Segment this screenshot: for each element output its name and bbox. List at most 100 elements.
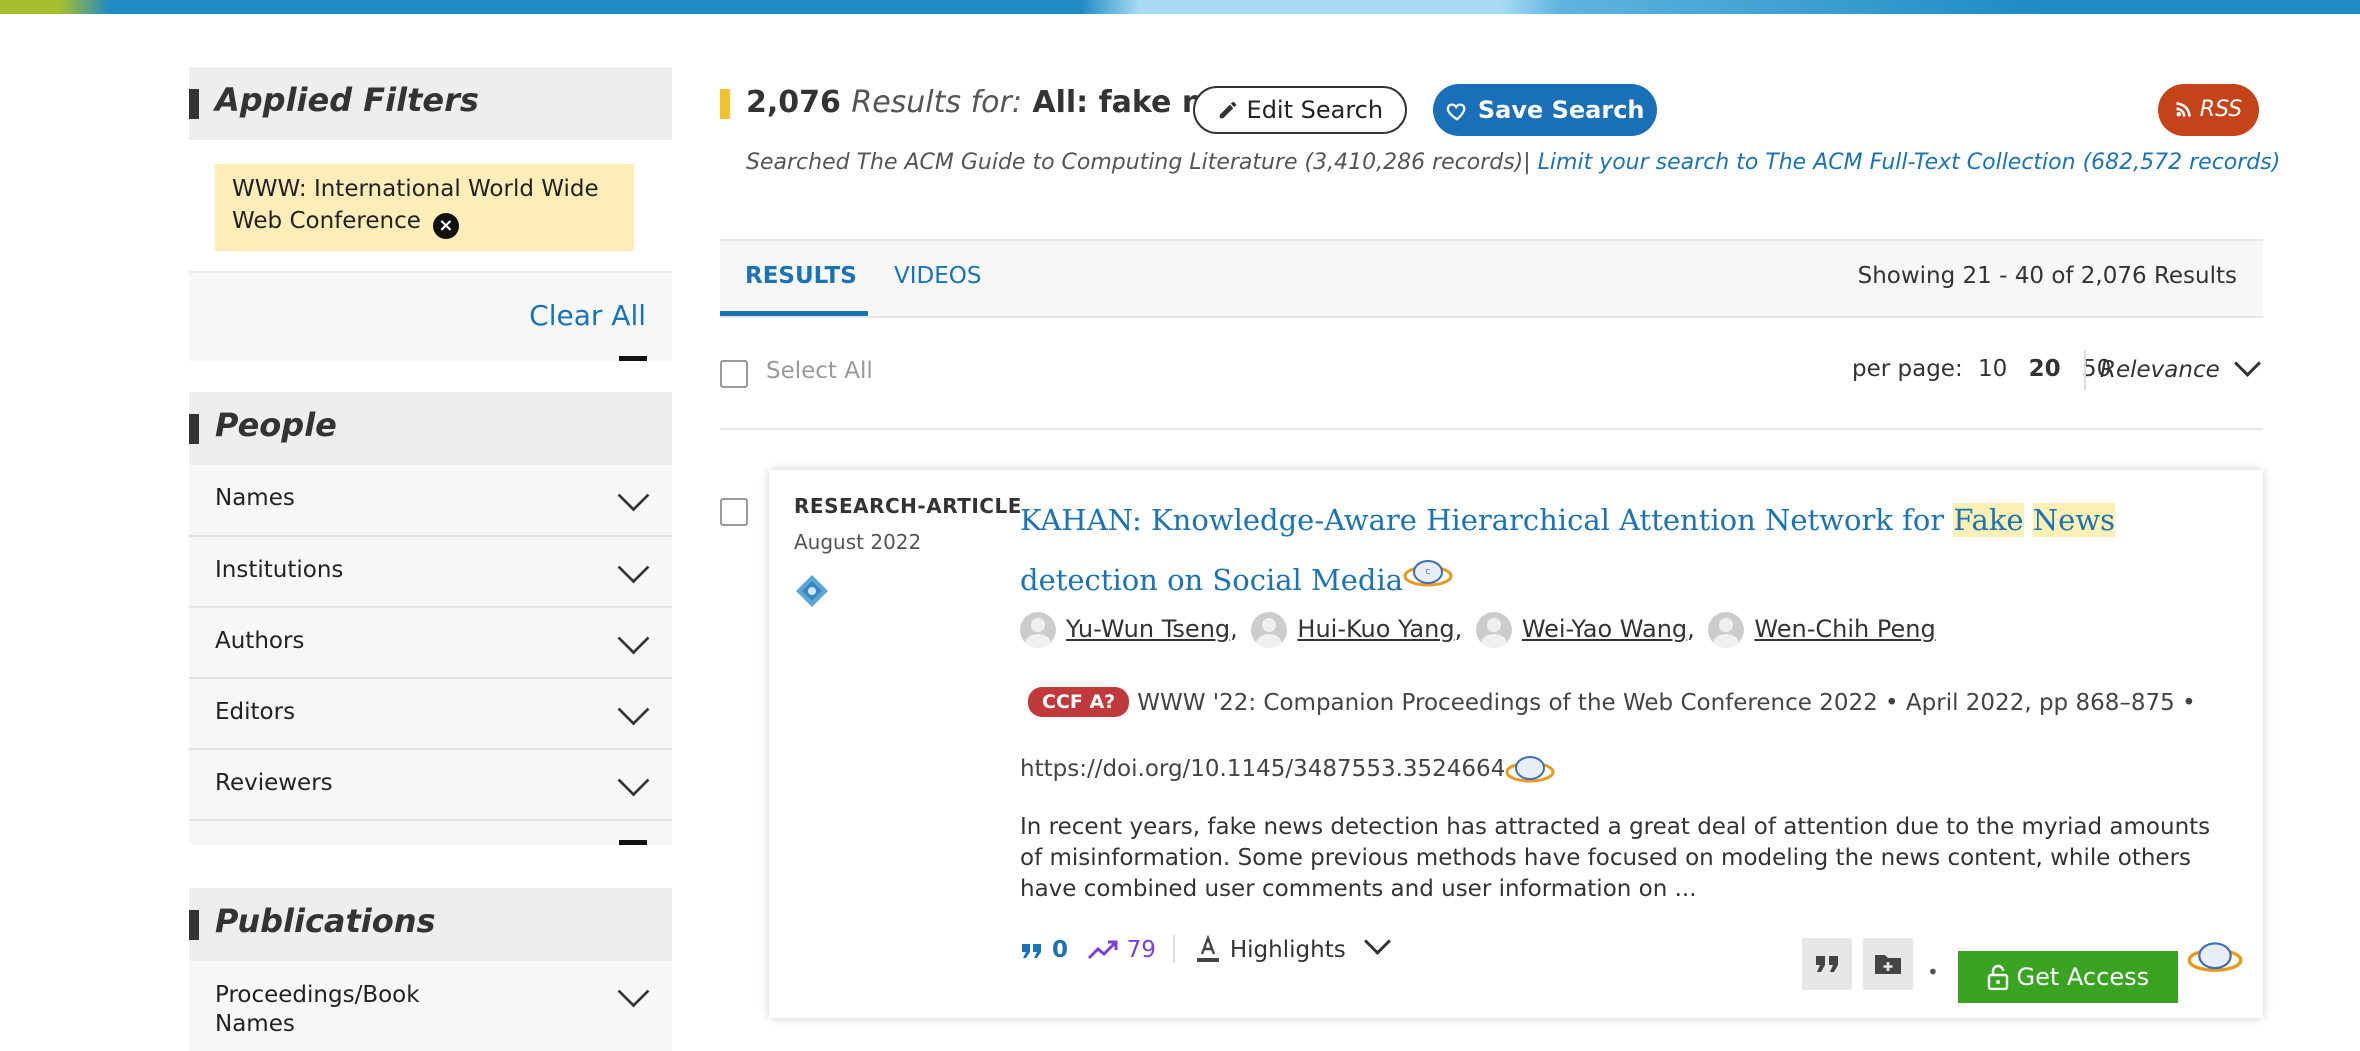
venue-text[interactable]: WWW '22: Companion Proceedings of the We…: [1020, 690, 2196, 782]
chevron-down-icon: [2233, 350, 2261, 377]
rss-label: RSS: [2199, 97, 2243, 122]
top-color-bar: [0, 0, 2360, 14]
chevron-down-icon[interactable]: [617, 975, 650, 1008]
header-accent-bar: [189, 910, 199, 940]
avatar: [1475, 612, 1512, 648]
article-type: RESEARCH-ARTICLE: [794, 494, 1022, 518]
title-part: detection on Social Media: [1020, 563, 1404, 597]
get-access-button[interactable]: Get Access: [1958, 951, 2178, 1003]
divider: [1173, 935, 1176, 963]
collapse-dash-icon[interactable]: [619, 356, 647, 361]
select-all-checkbox[interactable]: [720, 360, 748, 388]
chevron-down-icon[interactable]: [617, 479, 650, 512]
per-page-10[interactable]: 10: [1978, 356, 2007, 382]
header-accent-bar: [189, 89, 199, 119]
header-accent-bar: [189, 414, 199, 444]
active-tab-indicator: [720, 311, 868, 316]
author-link[interactable]: Yu-Wun Tseng: [1066, 615, 1230, 643]
publications-panel: Publications Proceedings/Book Names: [189, 888, 672, 1051]
sort-dropdown[interactable]: Relevance: [2084, 350, 2261, 390]
chevron-down-icon[interactable]: [617, 622, 650, 655]
highlights-label: Highlights: [1229, 937, 1346, 963]
download-value: 79: [1126, 937, 1156, 963]
people-panel: People Names Institutions Authors Editor…: [189, 392, 672, 845]
citation-count[interactable]: 0: [1020, 937, 1068, 963]
chevron-down-icon[interactable]: [617, 764, 650, 797]
quote-icon: [1022, 944, 1041, 958]
article-date: August 2022: [794, 530, 922, 554]
clear-all-row: Clear All: [189, 271, 672, 361]
rss-icon: [2176, 102, 2191, 117]
edit-search-button[interactable]: Edit Search: [1193, 86, 1407, 134]
folder-add-icon: [1875, 955, 1901, 974]
facet-authors[interactable]: Authors: [189, 608, 672, 679]
tab-videos[interactable]: VIDEOS: [894, 263, 981, 289]
result-metrics: 0 79 Highlights: [1020, 928, 1391, 963]
title-highlight: Fake: [1953, 503, 2024, 537]
facet-institutions[interactable]: Institutions: [189, 537, 672, 608]
rss-button[interactable]: RSS: [2158, 84, 2259, 136]
article-title[interactable]: KAHAN: Knowledge-Aware Hierarchical Atte…: [1020, 490, 2230, 610]
get-access-label: Get Access: [2016, 963, 2150, 991]
tab-results[interactable]: RESULTS: [745, 263, 857, 289]
result-checkbox[interactable]: [720, 498, 748, 526]
per-page: per page: 10 20 50: [1852, 356, 2111, 382]
svg-text:C: C: [1426, 568, 1431, 576]
facet-reviewers[interactable]: Reviewers: [189, 750, 672, 821]
ccf-logo-icon: [2187, 942, 2243, 972]
author-link[interactable]: Wei-Yao Wang: [1522, 615, 1687, 643]
results-tabs: RESULTS VIDEOS Showing 21 - 40 of 2,076 …: [720, 239, 2263, 318]
searched-info: Searched The ACM Guide to Computing Lite…: [746, 150, 2280, 175]
results-count-line: 2,076 Results for: All: fake news: [746, 85, 1269, 120]
trending-up-icon: [1088, 940, 1118, 960]
citation-value: 0: [1052, 937, 1069, 963]
title-highlight: News: [2032, 503, 2116, 537]
facet-label: Reviewers: [215, 770, 333, 796]
clear-all-link[interactable]: Clear All: [529, 299, 646, 332]
results-for-label: Results for:: [851, 85, 1022, 120]
per-page-20[interactable]: 20: [2029, 356, 2061, 382]
separator-dot: •: [1927, 960, 1939, 984]
separator: |: [1523, 150, 1538, 175]
chevron-down-icon[interactable]: [617, 693, 650, 726]
people-panel-footer: [189, 821, 672, 845]
filter-chip: WWW: International World Wide Web Confer…: [215, 164, 634, 251]
highlights-toggle[interactable]: Highlights: [1193, 928, 1391, 963]
results-count: 2,076: [746, 85, 841, 120]
searched-text: Searched The ACM Guide to Computing Lite…: [746, 150, 1524, 175]
heart-icon: [1447, 103, 1466, 121]
limit-search-link[interactable]: Limit your search to The ACM Full-Text C…: [1538, 150, 2281, 175]
publications-title: Publications: [215, 902, 436, 940]
remove-filter-icon[interactable]: ×: [432, 213, 459, 239]
title-part: KAHAN: Knowledge-Aware Hierarchical Atte…: [1020, 503, 1954, 537]
author-link[interactable]: Wen-Chih Peng: [1754, 615, 1935, 643]
collapse-dash-icon[interactable]: [619, 840, 647, 845]
save-search-button[interactable]: Save Search: [1433, 84, 1657, 136]
people-title: People: [215, 406, 337, 444]
facet-proceedings[interactable]: Proceedings/Book Names: [189, 961, 672, 1051]
ccf-logo-icon: C: [1403, 560, 1453, 587]
author-link[interactable]: Hui-Kuo Yang: [1297, 615, 1454, 643]
list-controls: Select All per page: 10 20 50 Relevance: [720, 340, 2263, 430]
lock-open-icon: [1987, 964, 2009, 991]
facet-names[interactable]: Names: [189, 465, 672, 537]
facet-editors[interactable]: Editors: [189, 679, 672, 750]
facet-label: Editors: [215, 699, 296, 725]
author-list: Yu-Wun Tseng, Hui-Kuo Yang, Wei-Yao Wang…: [1020, 612, 1936, 648]
cite-button[interactable]: [1802, 938, 1852, 990]
avatar: [1251, 612, 1288, 648]
sort-label: Relevance: [2100, 357, 2220, 383]
facet-label: Institutions: [215, 557, 344, 583]
applied-filters-panel: Applied Filters WWW: International World…: [189, 67, 672, 361]
pencil-icon: [1219, 101, 1237, 119]
facet-label: Proceedings/Book Names: [215, 982, 420, 1037]
download-count[interactable]: 79: [1087, 937, 1156, 963]
applied-filters-body: WWW: International World Wide Web Confer…: [189, 140, 672, 271]
ccf-logo-icon: [1505, 755, 1555, 782]
quote-icon: [1816, 956, 1838, 972]
avatar: [1708, 612, 1745, 648]
showing-range: Showing 21 - 40 of 2,076 Results: [1857, 263, 2237, 289]
ccf-badge: CCF A?: [1028, 687, 1130, 717]
add-to-binder-button[interactable]: [1863, 938, 1913, 990]
chevron-down-icon[interactable]: [617, 551, 650, 584]
